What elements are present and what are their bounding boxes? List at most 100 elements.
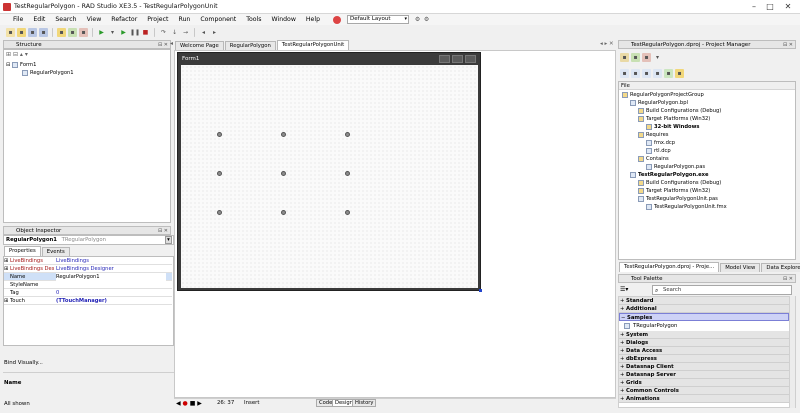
project-tree-item[interactable]: Target Platforms (Win32) bbox=[638, 115, 710, 123]
property-row[interactable]: Name RegularPolygon1 bbox=[4, 273, 172, 281]
chevron-down-icon[interactable]: ▾ bbox=[165, 236, 172, 244]
run-dropdown-icon[interactable]: ▾ bbox=[108, 28, 117, 37]
macro-controls[interactable]: ◀ ● ■ ▶ bbox=[176, 399, 202, 408]
menu-component[interactable]: Component bbox=[195, 16, 241, 23]
run-icon[interactable]: ▶ bbox=[97, 28, 106, 37]
palette-category[interactable]: + Additional bbox=[619, 305, 789, 313]
project-tree-item[interactable]: RegularPolygon.bpl bbox=[630, 99, 688, 107]
minimize-icon[interactable]: – bbox=[746, 1, 762, 12]
palette-category[interactable]: + Common Controls bbox=[619, 387, 789, 395]
trace-into-icon[interactable]: ↓ bbox=[170, 28, 179, 37]
project-tree-item[interactable]: TestRegularPolygonUnit.pas bbox=[638, 195, 718, 203]
palette-item[interactable]: TRegularPolygon bbox=[624, 322, 677, 330]
palette-category[interactable]: + Datasnap Server bbox=[619, 371, 789, 379]
palette-category[interactable]: + Grids bbox=[619, 379, 789, 387]
remove-icon[interactable]: ▪ bbox=[642, 52, 651, 62]
run-without-debug-icon[interactable]: ▶ bbox=[119, 28, 128, 37]
project-tree-item[interactable]: rtl.dcp bbox=[646, 147, 671, 155]
project-tree-item[interactable]: Build Configurations (Debug) bbox=[638, 179, 721, 187]
selection-handle[interactable] bbox=[217, 171, 222, 176]
open-project-icon[interactable]: ▪ bbox=[57, 27, 66, 37]
new-icon[interactable]: ▪ bbox=[6, 27, 15, 37]
palette-category[interactable]: − Samples bbox=[619, 313, 789, 321]
new-project-icon[interactable]: ▪ bbox=[631, 52, 640, 62]
maximize-icon[interactable]: □ bbox=[762, 1, 778, 12]
property-row[interactable]: ⊞ LiveBindings LiveBindings bbox=[4, 257, 172, 265]
expand-icon[interactable]: ⊞ bbox=[6, 51, 11, 58]
pin-icon[interactable]: ⊟ ✕ bbox=[783, 275, 793, 282]
menu-help[interactable]: Help bbox=[301, 16, 325, 23]
bind-visually-link[interactable]: Bind Visually... bbox=[4, 360, 43, 366]
activate-icon[interactable]: ▪ bbox=[620, 52, 629, 62]
expand-icon[interactable]: ⊞ bbox=[4, 265, 8, 273]
property-row[interactable]: ⊞ Touch (TTouchManager) bbox=[4, 297, 172, 305]
save-icon[interactable]: ▪ bbox=[28, 27, 37, 37]
layout-select[interactable]: Default Layout ▾ bbox=[347, 15, 410, 24]
palette-search-box[interactable]: ⌕ Search bbox=[652, 285, 792, 295]
pin-icon[interactable]: ⊟ ✕ bbox=[158, 41, 168, 48]
expand-icon[interactable]: + bbox=[620, 331, 624, 339]
save-all-icon[interactable]: ▪ bbox=[39, 27, 48, 37]
open-icon[interactable]: ▪ bbox=[17, 27, 26, 37]
forward-icon[interactable]: ▸ bbox=[210, 28, 219, 37]
tab-welcome-page[interactable]: Welcome Page bbox=[175, 41, 224, 50]
tree-node-form[interactable]: ⊟ Form1 bbox=[6, 61, 36, 69]
tab-project-manager[interactable]: TestRegularPolygon.dproj - Proje... bbox=[619, 262, 720, 272]
menu-search[interactable]: Search bbox=[50, 16, 81, 23]
pin-icon[interactable]: ⊟ ✕ bbox=[158, 227, 168, 234]
selection-handle[interactable] bbox=[345, 132, 350, 137]
selection-handle[interactable] bbox=[281, 132, 286, 137]
tree-node-component[interactable]: RegularPolygon1 bbox=[22, 69, 74, 77]
dropdown-icon[interactable]: ▾ bbox=[653, 53, 662, 62]
palette-category[interactable]: + Data Access bbox=[619, 347, 789, 355]
palette-category[interactable]: + Datasnap Client bbox=[619, 363, 789, 371]
expand-icon[interactable]: + bbox=[620, 363, 624, 371]
remove-file-icon[interactable]: ▪ bbox=[79, 27, 88, 37]
expand-icon[interactable]: + bbox=[620, 339, 624, 347]
property-row[interactable]: ⊞LiveBindings DesignerLiveBindings Desig… bbox=[4, 265, 172, 273]
project-tree-item[interactable]: Target Platforms (Win32) bbox=[638, 187, 710, 195]
project-tree-item[interactable]: RegularPolygonProjectGroup bbox=[622, 91, 704, 99]
step-icon[interactable]: ▶ bbox=[197, 400, 202, 407]
back-icon[interactable]: ◂ bbox=[199, 28, 208, 37]
collapse-icon[interactable]: ⊟ bbox=[13, 51, 18, 58]
tab-history[interactable]: History bbox=[352, 399, 377, 407]
project-tree-item[interactable]: RegularPolygon.pas bbox=[646, 163, 705, 171]
palette-category[interactable]: + Standard bbox=[619, 297, 789, 305]
expand-icon[interactable]: + bbox=[620, 355, 624, 363]
palette-category[interactable]: + Animations bbox=[619, 395, 789, 403]
selection-handle[interactable] bbox=[281, 171, 286, 176]
step-over-icon[interactable]: ↷ bbox=[159, 28, 168, 37]
pause-icon[interactable]: ❚❚ bbox=[130, 28, 140, 37]
expand-icon[interactable]: ▪ bbox=[631, 68, 640, 78]
property-value[interactable]: RegularPolygon1 bbox=[56, 273, 166, 281]
menu-tools[interactable]: Tools bbox=[241, 16, 266, 23]
expand-icon[interactable]: + bbox=[620, 395, 624, 403]
close-icon[interactable]: ✕ bbox=[780, 1, 796, 12]
selection-handle[interactable] bbox=[345, 171, 350, 176]
object-selector[interactable]: RegularPolygon1 TRegularPolygon ▾ bbox=[3, 235, 174, 245]
palette-categories-icon[interactable]: ☰▾ bbox=[620, 286, 628, 293]
expand-icon[interactable]: ⊞ bbox=[4, 297, 8, 305]
run-to-cursor-icon[interactable]: → bbox=[181, 28, 190, 37]
property-row[interactable]: Tag 0 bbox=[4, 289, 172, 297]
up-icon[interactable]: ▴ bbox=[20, 51, 23, 58]
options-icon[interactable]: ▪ bbox=[675, 68, 684, 78]
project-tree-item[interactable]: Contains bbox=[638, 155, 669, 163]
down-icon[interactable]: ▾ bbox=[25, 51, 28, 58]
collapse-icon[interactable]: ▪ bbox=[642, 68, 651, 78]
save-layout-icon[interactable]: ⚙ bbox=[413, 15, 422, 24]
layout-options-icon[interactable]: ⚙ bbox=[422, 15, 431, 24]
view-icon[interactable]: ▪ bbox=[653, 68, 662, 78]
property-value[interactable]: LiveBindings Designer bbox=[56, 265, 114, 273]
expand-icon[interactable]: ⊞ bbox=[4, 257, 8, 265]
sync-icon[interactable]: ▪ bbox=[620, 68, 629, 78]
tab-model-view[interactable]: Model View bbox=[720, 263, 761, 272]
expand-icon[interactable]: + bbox=[620, 297, 624, 305]
play-icon[interactable]: ■ bbox=[190, 400, 196, 407]
property-row[interactable]: StyleName bbox=[4, 281, 172, 289]
palette-category[interactable]: + Dialogs bbox=[619, 339, 789, 347]
expand-icon[interactable]: + bbox=[620, 387, 624, 395]
project-tree-item[interactable]: 32-bit Windows bbox=[646, 123, 700, 131]
record-icon[interactable]: ● bbox=[183, 400, 188, 407]
